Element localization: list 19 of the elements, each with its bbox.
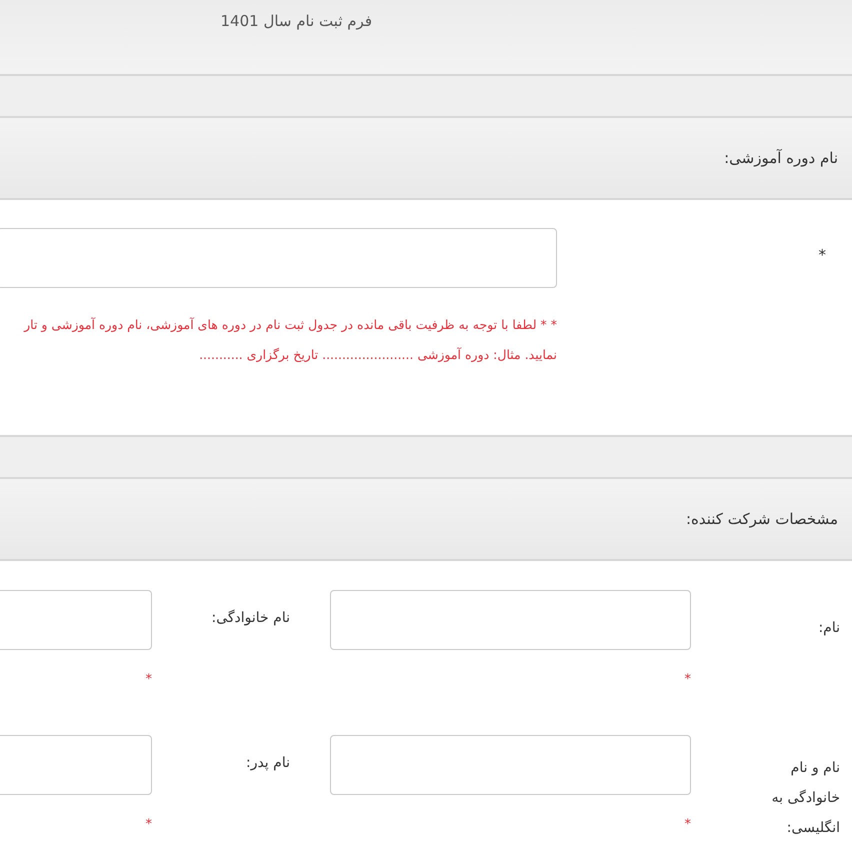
field-label: نام: (817, 619, 841, 638)
required-mark: * (146, 817, 152, 832)
section-heading: مشخصات شرکت کننده: (686, 510, 838, 528)
field-label: نام و نام خانوادگی به انگلیسی: (770, 759, 841, 838)
required-mark: * (146, 672, 152, 687)
input-field[interactable] (0, 735, 152, 795)
required-mark: * (684, 817, 691, 832)
input-field[interactable] (0, 590, 152, 650)
field-label: نام خانوادگی: (210, 608, 291, 628)
field-label: نام پدر: (244, 754, 291, 773)
note-text: نمایید. مثال: دوره آموزشی ....................... تاریخ برگزاری ........... (198, 346, 557, 364)
section-heading: نام دوره آموزشی: (724, 149, 838, 167)
required-mark: * (818, 245, 827, 264)
input-field[interactable] (330, 590, 691, 650)
page-title: فرم ثبت نام سال 1401 (220, 12, 372, 30)
input-field[interactable] (330, 735, 691, 795)
note-text: * * لطفا با توجه به ظرفیت باقی مانده در جدول ثبت نام در دوره های آموزشی، نام دوره آموزشی و تار (22, 316, 557, 334)
required-mark: * (684, 672, 691, 687)
input-field[interactable] (0, 228, 557, 288)
